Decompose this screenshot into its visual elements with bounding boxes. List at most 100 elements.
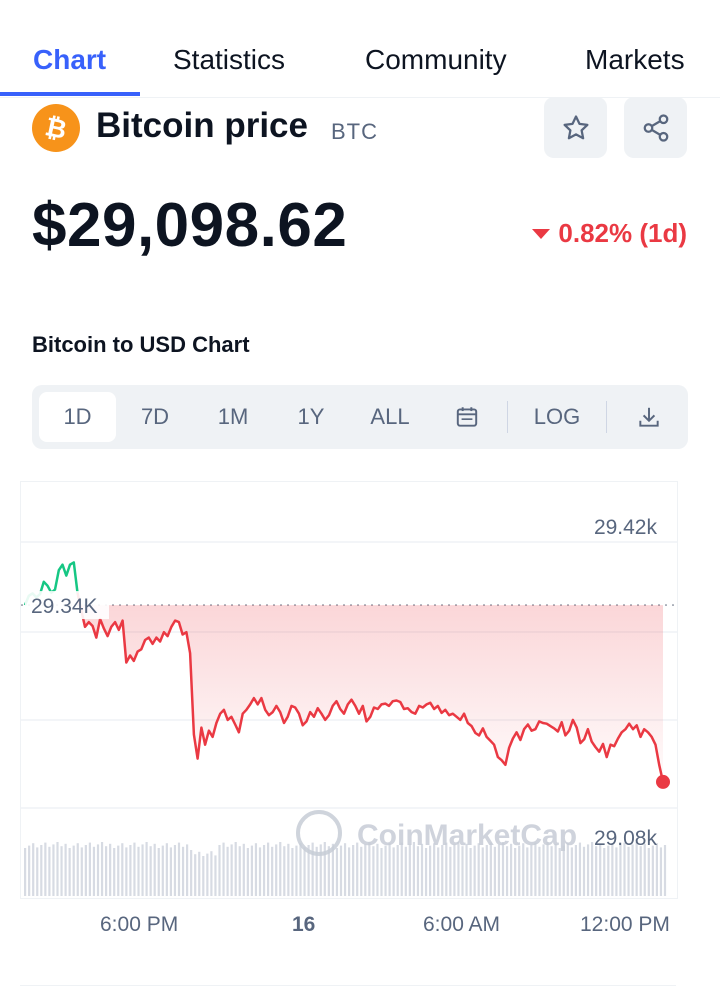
volume-bar [121, 843, 124, 896]
volume-bar [60, 846, 63, 896]
volume-bar [125, 847, 128, 896]
volume-bar [250, 845, 253, 896]
volume-bar [28, 845, 31, 896]
volume-bar [279, 842, 282, 896]
volume-bar [24, 848, 27, 896]
volume-bar [246, 848, 249, 896]
toolbar-divider [606, 401, 607, 433]
volume-bar [599, 843, 602, 896]
volume-bar [343, 843, 347, 896]
volume-bar [514, 848, 517, 896]
volume-bar [311, 842, 314, 896]
volume-bar [550, 846, 553, 896]
volume-bar [530, 845, 533, 896]
volume-bar [129, 845, 132, 896]
divider [20, 985, 676, 986]
price-change: 0.82% (1d) [532, 218, 687, 249]
chart-range-toolbar: 1D 7D 1M 1Y ALL LOG [32, 385, 688, 449]
volume-bar [335, 848, 339, 896]
tab-markets[interactable]: Markets [585, 44, 685, 76]
volume-bar [505, 846, 509, 896]
volume-bar [117, 845, 120, 896]
volume-bar [570, 847, 573, 896]
volume-bar [271, 846, 274, 896]
range-1d-button[interactable]: 1D [39, 392, 116, 442]
volume-bar [364, 844, 367, 896]
down-triangle-icon [532, 228, 551, 239]
range-all-button[interactable]: ALL [352, 392, 428, 442]
volume-bar [469, 848, 472, 896]
range-1m-button[interactable]: 1M [196, 392, 270, 442]
volume-bar [323, 842, 326, 896]
volume-bar [32, 843, 35, 896]
volume-bar [64, 843, 67, 896]
volume-bar [262, 845, 266, 896]
tab-community[interactable]: Community [365, 44, 507, 76]
volume-bar [461, 846, 464, 896]
volume-bar [141, 844, 144, 896]
volume-bar [631, 844, 634, 896]
volume-bar [230, 844, 233, 896]
star-icon [563, 114, 588, 139]
volume-bar [408, 844, 411, 896]
volume-bar [659, 847, 663, 896]
volume-bar [169, 847, 172, 896]
volume-bar [40, 845, 43, 896]
active-tab-indicator [0, 92, 140, 96]
volume-bar [526, 847, 529, 896]
coinmarketcap-watermark-icon [296, 810, 342, 856]
range-1y-button[interactable]: 1Y [274, 392, 348, 442]
volume-bar [424, 848, 428, 896]
x-tick-label: 6:00 AM [423, 913, 501, 936]
bitcoin-glyph: ₿ [42, 112, 69, 146]
volume-bar [404, 846, 407, 896]
volume-bar [283, 846, 286, 896]
volume-bar [586, 844, 590, 896]
volume-bar [173, 845, 177, 896]
volume-bar [72, 845, 75, 896]
watchlist-button[interactable] [544, 97, 607, 158]
tab-chart[interactable]: Chart [33, 44, 106, 76]
volume-bar [481, 847, 484, 896]
download-button[interactable] [616, 392, 682, 442]
volume-bar [627, 846, 630, 896]
volume-bar [299, 843, 302, 896]
volume-bar [591, 842, 594, 896]
volume-bar [76, 843, 79, 896]
volume-bar [635, 842, 638, 896]
volume-bar [416, 846, 420, 896]
volume-bar [157, 848, 160, 896]
log-scale-button[interactable]: LOG [517, 392, 597, 442]
x-tick-label: 6:00 PM [100, 913, 179, 936]
volume-bar [287, 843, 290, 896]
volume-bar [542, 844, 545, 896]
volume-bar [437, 847, 440, 896]
volume-bar [133, 842, 136, 896]
price-chart-svg: CoinMarketCap 29.42k 29.08k 29.34K [21, 516, 677, 896]
volume-bar [68, 848, 71, 896]
volume-bar [372, 846, 375, 896]
volume-bar [647, 848, 650, 896]
volume-bar [105, 846, 108, 896]
volume-bar [453, 844, 456, 896]
volume-bar [88, 842, 91, 896]
share-button[interactable] [624, 97, 687, 158]
volume-bar [497, 844, 501, 896]
calendar-button[interactable] [432, 392, 502, 442]
tab-statistics[interactable]: Statistics [173, 44, 285, 76]
range-7d-button[interactable]: 7D [118, 392, 192, 442]
price-chart[interactable]: CoinMarketCap 29.42k 29.08k 29.34K [20, 481, 678, 899]
volume-bar [177, 842, 181, 896]
watermark-text: CoinMarketCap [357, 819, 577, 852]
volume-bar [84, 845, 87, 896]
volume-bar [109, 843, 112, 896]
volume-bar [56, 842, 59, 896]
volume-bar [206, 853, 209, 896]
volume-bar [234, 842, 237, 896]
volume-bar [578, 842, 582, 896]
volume-bar [44, 842, 47, 896]
volume-bar [396, 845, 399, 896]
toolbar-divider [507, 401, 508, 433]
volume-bar [145, 842, 148, 896]
x-tick-label: 12:00 PM [580, 913, 670, 936]
